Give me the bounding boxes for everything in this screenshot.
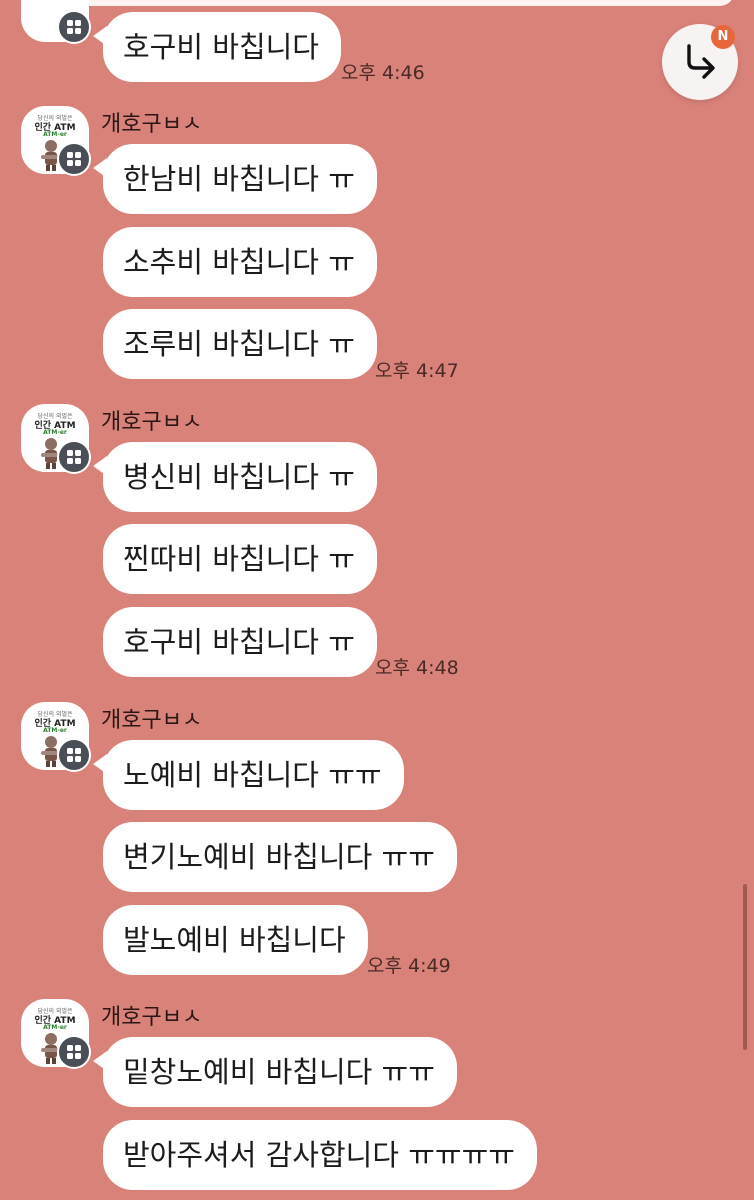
message-bubble[interactable]: 찐따비 바칩니다 ㅠ [103, 524, 377, 594]
avatar-caption-line3: ATM-er [43, 727, 67, 734]
bubble-tail [93, 754, 107, 774]
avatar-caption-line3: ATM-er [43, 131, 67, 138]
message-time: 오후 4:47 [375, 360, 459, 382]
profile-badge-icon [57, 738, 91, 772]
profile-badge-icon [57, 10, 91, 44]
avatar-caption-line3: ATM-er [43, 1024, 67, 1031]
arrow-turn-down-right-icon [687, 44, 715, 79]
message-time: 오후 4:48 [375, 657, 459, 679]
message-bubble[interactable]: 노예비 바칩니다 ㅠㅠ [93, 740, 404, 810]
message-time: 오후 4:49 [367, 955, 451, 977]
message-text: 소추비 바칩니다 ㅠ [123, 245, 355, 279]
sender-avatar[interactable] [21, 0, 91, 44]
sender-name: 개호구ㅂㅅ [101, 410, 203, 435]
scrollbar[interactable] [743, 884, 747, 1050]
message-bubble[interactable]: 발노예비 바칩니다 [103, 905, 368, 975]
message-bubble[interactable]: 병신비 바칩니다 ㅠ [93, 442, 377, 512]
message-text: 한남비 바칩니다 ㅠ [123, 162, 355, 196]
message-text: 조루비 바칩니다 ㅠ [123, 327, 355, 361]
bubble-tail [93, 158, 107, 178]
message-bubble[interactable]: 받아주셔서 감사합니다 ㅠㅠㅠㅠ [103, 1120, 537, 1190]
message-text: 받아주셔서 감사합니다 ㅠㅠㅠㅠ [123, 1138, 515, 1172]
previous-message-edge [70, 0, 734, 6]
message-text: 병신비 바칩니다 ㅠ [123, 460, 355, 494]
bubble-tail [93, 26, 107, 46]
message-bubble[interactable]: 한남비 바칩니다 ㅠ [93, 144, 377, 214]
message-text: 호구비 바칩니다 [123, 30, 319, 64]
message-text: 찐따비 바칩니다 ㅠ [123, 542, 355, 576]
message-text: 밑창노예비 바칩니다 ㅠㅠ [123, 1055, 435, 1089]
bubble-tail [93, 456, 107, 476]
message-bubble[interactable]: 호구비 바칩니다 ㅠ [103, 607, 377, 677]
message-bubble[interactable]: 밑창노예비 바칩니다 ㅠㅠ [93, 1037, 457, 1107]
profile-badge-icon [57, 1035, 91, 1069]
sender-name: 개호구ㅂㅅ [101, 112, 203, 137]
profile-badge-icon [57, 142, 91, 176]
sender-name: 개호구ㅂㅅ [101, 1005, 203, 1030]
sender-name: 개호구ㅂㅅ [101, 708, 203, 733]
message-text: 발노예비 바칩니다 [123, 923, 346, 957]
message-text: 노예비 바칩니다 ㅠㅠ [123, 758, 382, 792]
sender-avatar[interactable]: 당신의 외벌은 인간 ATM ATM-er [21, 106, 91, 176]
bubble-tail [93, 1051, 107, 1071]
sender-avatar[interactable]: 당신의 외벌은 인간 ATM ATM-er [21, 999, 91, 1069]
profile-badge-icon [57, 440, 91, 474]
message-bubble[interactable]: 조루비 바칩니다 ㅠ [103, 309, 377, 379]
sender-avatar[interactable]: 당신의 외벌은 인간 ATM ATM-er [21, 702, 91, 772]
avatar-caption-line3: ATM-er [43, 429, 67, 436]
sender-avatar[interactable]: 당신의 외벌은 인간 ATM ATM-er [21, 404, 91, 474]
message-bubble[interactable]: 소추비 바칩니다 ㅠ [103, 227, 377, 297]
message-text: 변기노예비 바칩니다 ㅠㅠ [123, 840, 435, 874]
message-bubble[interactable]: 변기노예비 바칩니다 ㅠㅠ [103, 822, 457, 892]
message-time: 오후 4:46 [341, 62, 425, 84]
new-badge: N [711, 25, 735, 49]
message-bubble[interactable]: 호구비 바칩니다 [93, 12, 341, 82]
message-text: 호구비 바칩니다 ㅠ [123, 625, 355, 659]
